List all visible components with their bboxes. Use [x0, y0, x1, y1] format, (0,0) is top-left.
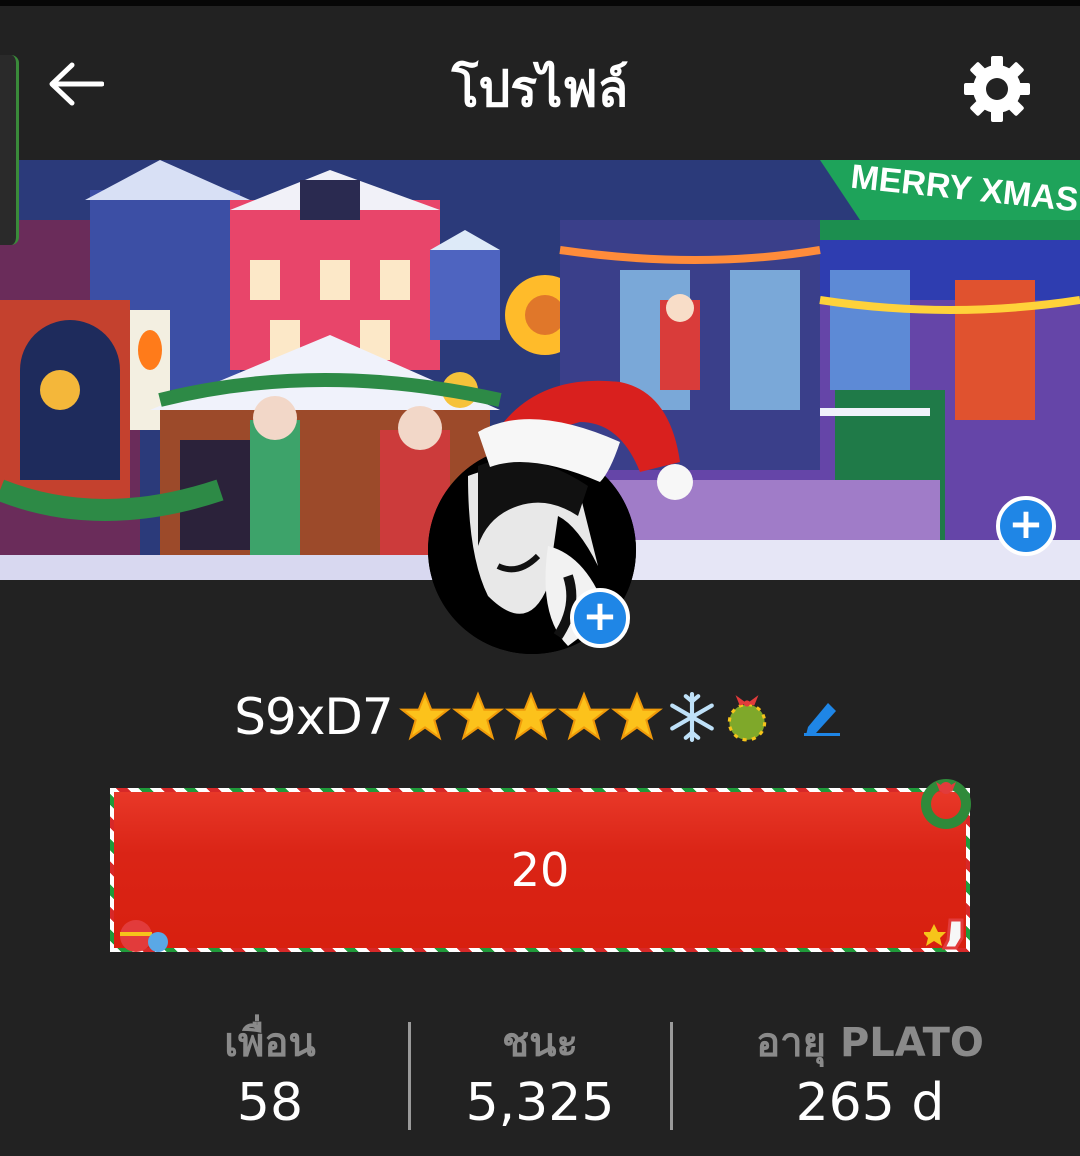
settings-button[interactable] [958, 50, 1036, 128]
pencil-icon [803, 703, 840, 736]
badge-list [398, 691, 774, 743]
stat-value: 58 [236, 1073, 304, 1133]
snowflake-icon [669, 692, 714, 742]
stocking-icon [924, 918, 964, 950]
star-icon [504, 691, 557, 741]
wreath-icon [921, 779, 971, 829]
app-header: โปรไฟล์ [0, 6, 1080, 160]
stat-friends[interactable]: เพื่อน 58 [170, 1016, 370, 1136]
page-title: โปรไฟล์ [451, 60, 629, 118]
stats-row: เพื่อน 58 ชนะ 5,325 อายุ PLATO 265 d [140, 1016, 1080, 1136]
stat-wins[interactable]: ชนะ 5,325 [430, 1016, 650, 1136]
change-banner-button[interactable]: + [996, 496, 1056, 556]
christmas-ornament-icon [727, 695, 766, 742]
plus-icon: + [582, 591, 618, 640]
edit-username-button[interactable] [798, 693, 846, 741]
username: S9xD7 [234, 688, 393, 746]
star-icon [557, 691, 610, 741]
stat-divider [408, 1022, 411, 1130]
username-row: S9xD7 [0, 682, 1080, 752]
stat-value: 265 d [795, 1073, 945, 1133]
stat-plato-age[interactable]: อายุ PLATO 265 d [700, 1016, 1040, 1136]
level-banner[interactable]: 20 [110, 779, 971, 952]
stat-divider [670, 1022, 673, 1130]
stat-label: อายุ PLATO [756, 1020, 984, 1066]
stat-label: ชนะ [502, 1020, 578, 1066]
star-icon [610, 691, 663, 741]
stat-label: เพื่อน [224, 1020, 316, 1066]
star-icon [398, 691, 451, 741]
gear-icon [964, 56, 1030, 122]
plus-icon: + [1008, 499, 1044, 548]
santa-hat-decoration [478, 380, 693, 500]
ornaments-icon [120, 920, 168, 952]
star-icon [451, 691, 504, 741]
stat-value: 5,325 [465, 1073, 615, 1133]
level-value: 20 [510, 843, 570, 897]
side-drawer-tab[interactable] [0, 55, 19, 245]
change-avatar-button[interactable]: + [570, 588, 630, 648]
